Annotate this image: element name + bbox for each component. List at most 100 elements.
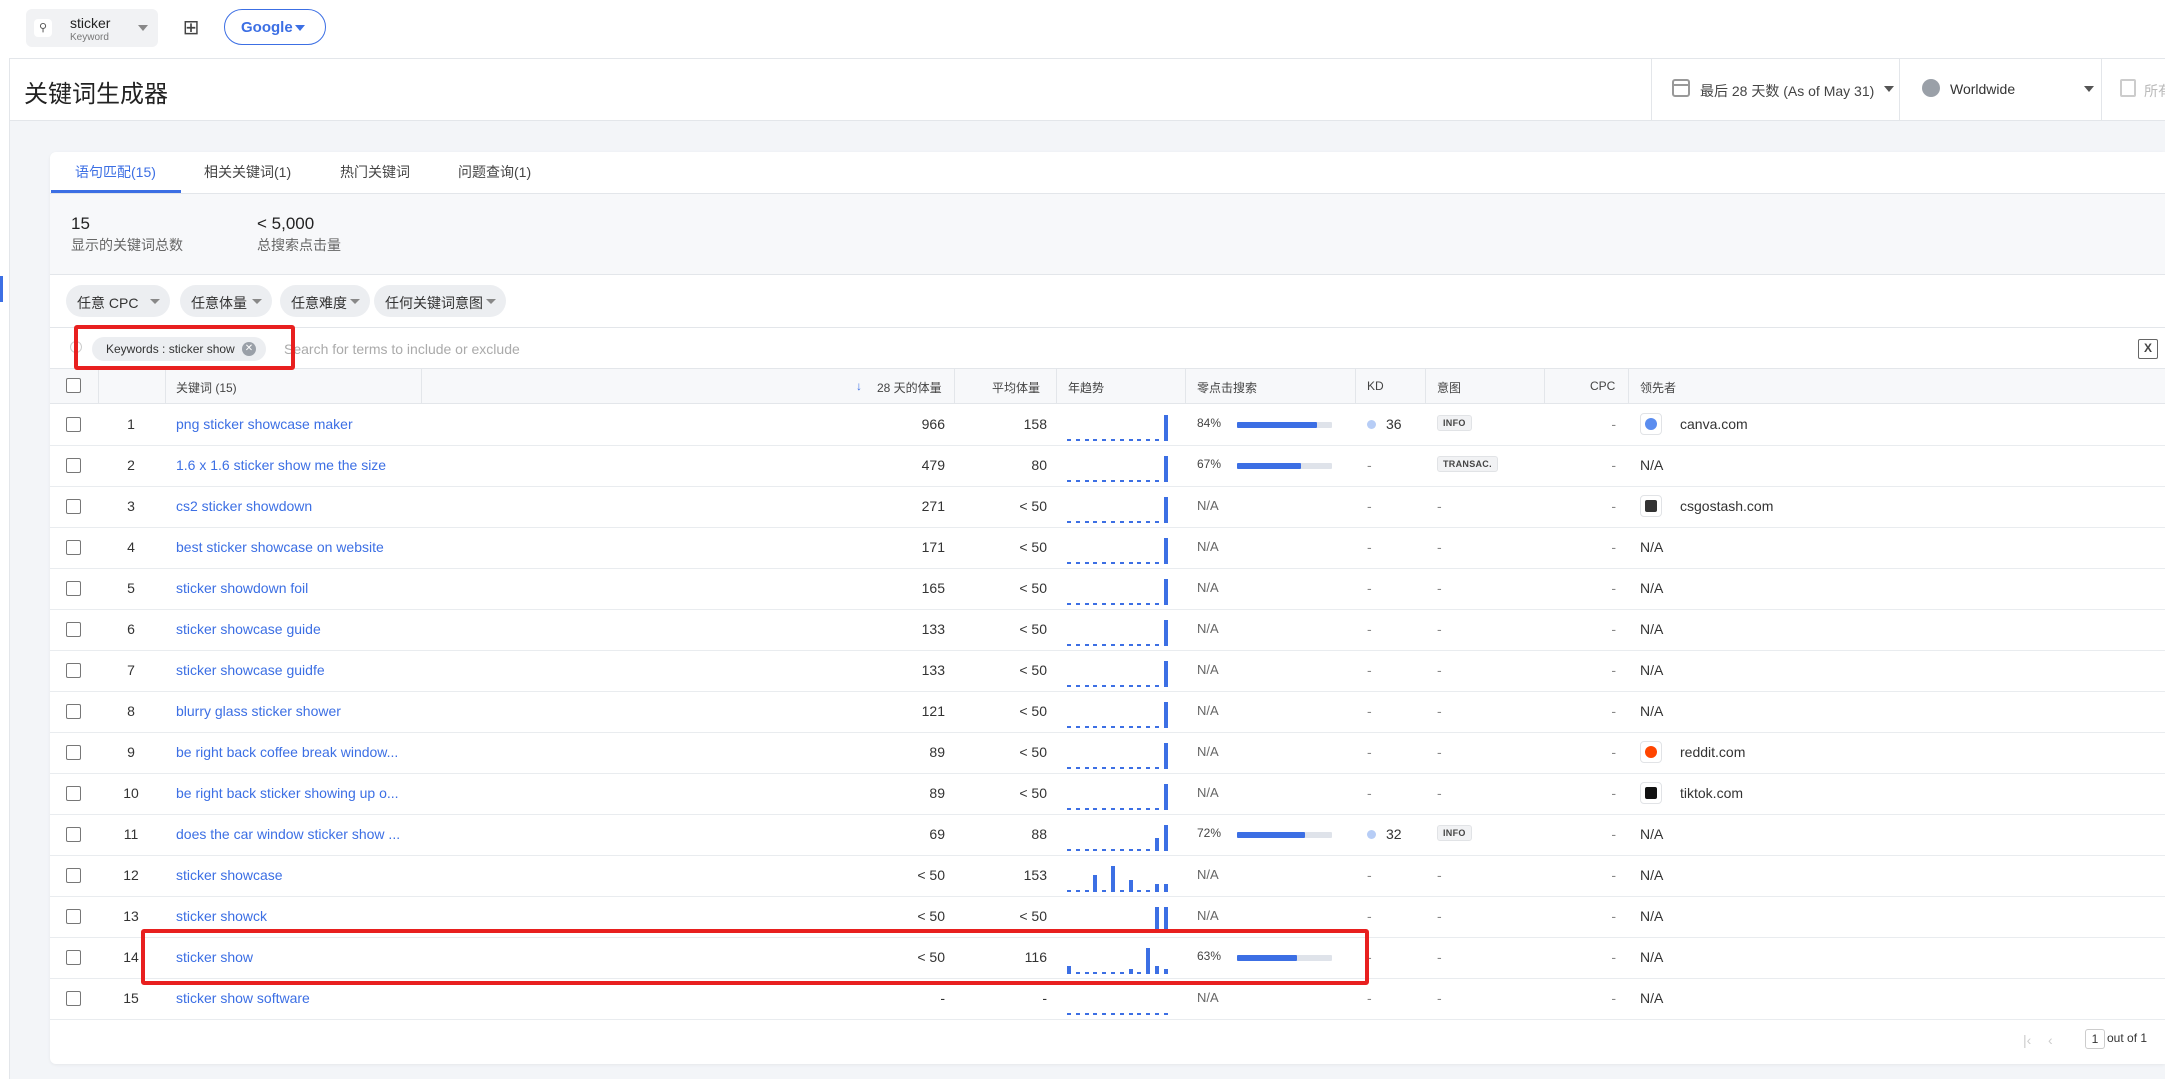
table-row[interactable]: 11 does the car window sticker show ... 69…: [50, 814, 2165, 856]
trend-bar: [1155, 966, 1159, 974]
table-row[interactable]: 1 png sticker showcase maker 966 158 84% 36 IN…: [50, 404, 2165, 446]
keyword-link[interactable]: blurry glass sticker shower: [176, 703, 341, 719]
col-volume28[interactable]: 28 天的体量: [877, 379, 942, 396]
trend-bar: [1111, 866, 1115, 892]
row-checkbox[interactable]: [66, 663, 81, 678]
keyword-link[interactable]: png sticker showcase maker: [176, 416, 353, 432]
table-row[interactable]: 5 sticker showdown foil 165 < 50 N/A - - - N/A: [50, 568, 2165, 610]
close-icon[interactable]: ✕: [242, 342, 256, 356]
row-checkbox[interactable]: [66, 786, 81, 801]
leader-domain[interactable]: reddit.com: [1680, 744, 1745, 760]
trend-bar: [1137, 1013, 1142, 1015]
keyword-link[interactable]: sticker show: [176, 949, 253, 965]
col-intent[interactable]: 意图: [1437, 379, 1461, 396]
zero-click-na: N/A: [1197, 744, 1219, 759]
tab-phrase-match[interactable]: 语句匹配(15): [75, 162, 156, 182]
search-engine-dropdown[interactable]: Google: [224, 9, 326, 45]
table-row[interactable]: 15 sticker show software - - N/A - - - N/A: [50, 978, 2165, 1020]
table-row[interactable]: 7 sticker showcase guidfe 133 < 50 N/A - - - N/A: [50, 650, 2165, 692]
keyword-link[interactable]: sticker showdown foil: [176, 580, 308, 596]
table-row[interactable]: 4 best sticker showcase on website 171 < 50…: [50, 527, 2165, 569]
keyword-link[interactable]: best sticker showcase on website: [176, 539, 384, 555]
select-all-checkbox[interactable]: [66, 378, 81, 393]
table-row[interactable]: 2 1.6 x 1.6 sticker show me the size 479 80…: [50, 445, 2165, 487]
row-checkbox[interactable]: [66, 458, 81, 473]
leader-domain[interactable]: csgostash.com: [1680, 498, 1773, 514]
keyword-link[interactable]: cs2 sticker showdown: [176, 498, 312, 514]
table-row[interactable]: 9 be right back coffee break window... 89 <…: [50, 732, 2165, 774]
filter-volume[interactable]: 任意体量: [180, 285, 272, 317]
keyword-link[interactable]: sticker showck: [176, 908, 267, 924]
keyword-link[interactable]: sticker showcase guidfe: [176, 662, 325, 678]
col-kd[interactable]: KD: [1367, 379, 1384, 393]
filter-intent[interactable]: 任何关键词意图: [374, 285, 506, 317]
col-trend[interactable]: 年趋势: [1068, 379, 1104, 396]
row-number: 13: [123, 908, 139, 924]
first-page-icon[interactable]: |‹: [2023, 1032, 2031, 1048]
avg-volume: < 50: [1019, 539, 1047, 555]
include-exclude-input[interactable]: [282, 335, 886, 363]
table-row[interactable]: 10 be right back sticker showing up o... 8…: [50, 773, 2165, 815]
col-cpc[interactable]: CPC: [1590, 379, 1615, 393]
table-row[interactable]: 13 sticker showck < 50 < 50 N/A - - - N/A: [50, 896, 2165, 938]
table-row[interactable]: 6 sticker showcase guide 133 < 50 N/A - - - N/A: [50, 609, 2165, 651]
keyword-link[interactable]: does the car window sticker show ...: [176, 826, 400, 842]
row-checkbox[interactable]: [66, 909, 81, 924]
col-leader[interactable]: 领先者: [1640, 379, 1676, 396]
keyword-link[interactable]: be right back coffee break window...: [176, 744, 398, 760]
leader-domain[interactable]: tiktok.com: [1680, 785, 1743, 801]
keyword-filter-chip[interactable]: Keywords : sticker show ✕: [92, 337, 266, 361]
trend-bar: [1163, 825, 1168, 851]
trend-bar: [1075, 1013, 1080, 1015]
trend-bar: [1102, 890, 1107, 892]
row-checkbox[interactable]: [66, 540, 81, 555]
filter-difficulty[interactable]: 任意难度: [280, 285, 370, 317]
leader-domain[interactable]: canva.com: [1680, 416, 1748, 432]
trend-bar: [1137, 767, 1142, 769]
date-range-selector[interactable]: 最后 28 天数 (As of May 31): [1662, 59, 1908, 120]
row-checkbox[interactable]: [66, 827, 81, 842]
row-checkbox[interactable]: [66, 991, 81, 1006]
cpc-value: -: [1611, 949, 1616, 965]
tab-popular-keywords[interactable]: 热门关键词: [340, 162, 410, 182]
table-row[interactable]: 12 sticker showcase < 50 153 N/A - - - N/A: [50, 855, 2165, 897]
table-row[interactable]: 3 cs2 sticker showdown 271 < 50 N/A - - - csgost…: [50, 486, 2165, 528]
row-checkbox[interactable]: [66, 622, 81, 637]
keyword-link[interactable]: be right back sticker showing up o...: [176, 785, 399, 801]
device-selector[interactable]: 所有: [2110, 59, 2165, 120]
keyword-link[interactable]: sticker showcase: [176, 867, 283, 883]
tab-related-keywords[interactable]: 相关关键词(1): [204, 162, 291, 182]
row-checkbox[interactable]: [66, 868, 81, 883]
page-input[interactable]: 1: [2085, 1029, 2105, 1049]
row-checkbox[interactable]: [66, 581, 81, 596]
volume-28d: 271: [921, 498, 945, 514]
col-keyword[interactable]: 关键词 (15): [176, 379, 237, 396]
prev-page-icon[interactable]: ‹: [2048, 1032, 2053, 1048]
trend-bar: [1102, 562, 1107, 564]
keyword-link[interactable]: sticker show software: [176, 990, 310, 1006]
row-checkbox[interactable]: [66, 499, 81, 514]
col-zero-click[interactable]: 零点击搜索: [1197, 379, 1257, 396]
sort-down-icon[interactable]: ↓: [856, 379, 862, 393]
row-checkbox[interactable]: [66, 417, 81, 432]
trend-bar: [1084, 480, 1089, 482]
cpc-value: -: [1611, 498, 1616, 514]
location-selector[interactable]: Worldwide: [1910, 59, 2108, 120]
keyword-search-selector[interactable]: ⚲ sticker Keyword: [26, 9, 158, 47]
row-checkbox[interactable]: [66, 704, 81, 719]
excel-export-icon[interactable]: X: [2138, 339, 2158, 359]
divider: [98, 369, 99, 403]
row-checkbox[interactable]: [66, 745, 81, 760]
tab-question-queries[interactable]: 问题查询(1): [458, 162, 531, 182]
col-avg-volume[interactable]: 平均体量: [992, 379, 1040, 396]
trend-bar: [1093, 562, 1098, 564]
table-row[interactable]: 8 blurry glass sticker shower 121 < 50 N/A - -…: [50, 691, 2165, 733]
keyword-link[interactable]: sticker showcase guide: [176, 621, 321, 637]
table-row[interactable]: 14 sticker show < 50 116 63% - - - N/A: [50, 937, 2165, 979]
filter-cpc[interactable]: 任意 CPC: [66, 285, 170, 317]
keyword-link[interactable]: 1.6 x 1.6 sticker show me the size: [176, 457, 386, 473]
zero-click-na: N/A: [1197, 990, 1219, 1005]
row-checkbox[interactable]: [66, 950, 81, 965]
globe-icon: [1922, 79, 1940, 97]
add-compare-icon[interactable]: ⊞: [178, 15, 204, 41]
